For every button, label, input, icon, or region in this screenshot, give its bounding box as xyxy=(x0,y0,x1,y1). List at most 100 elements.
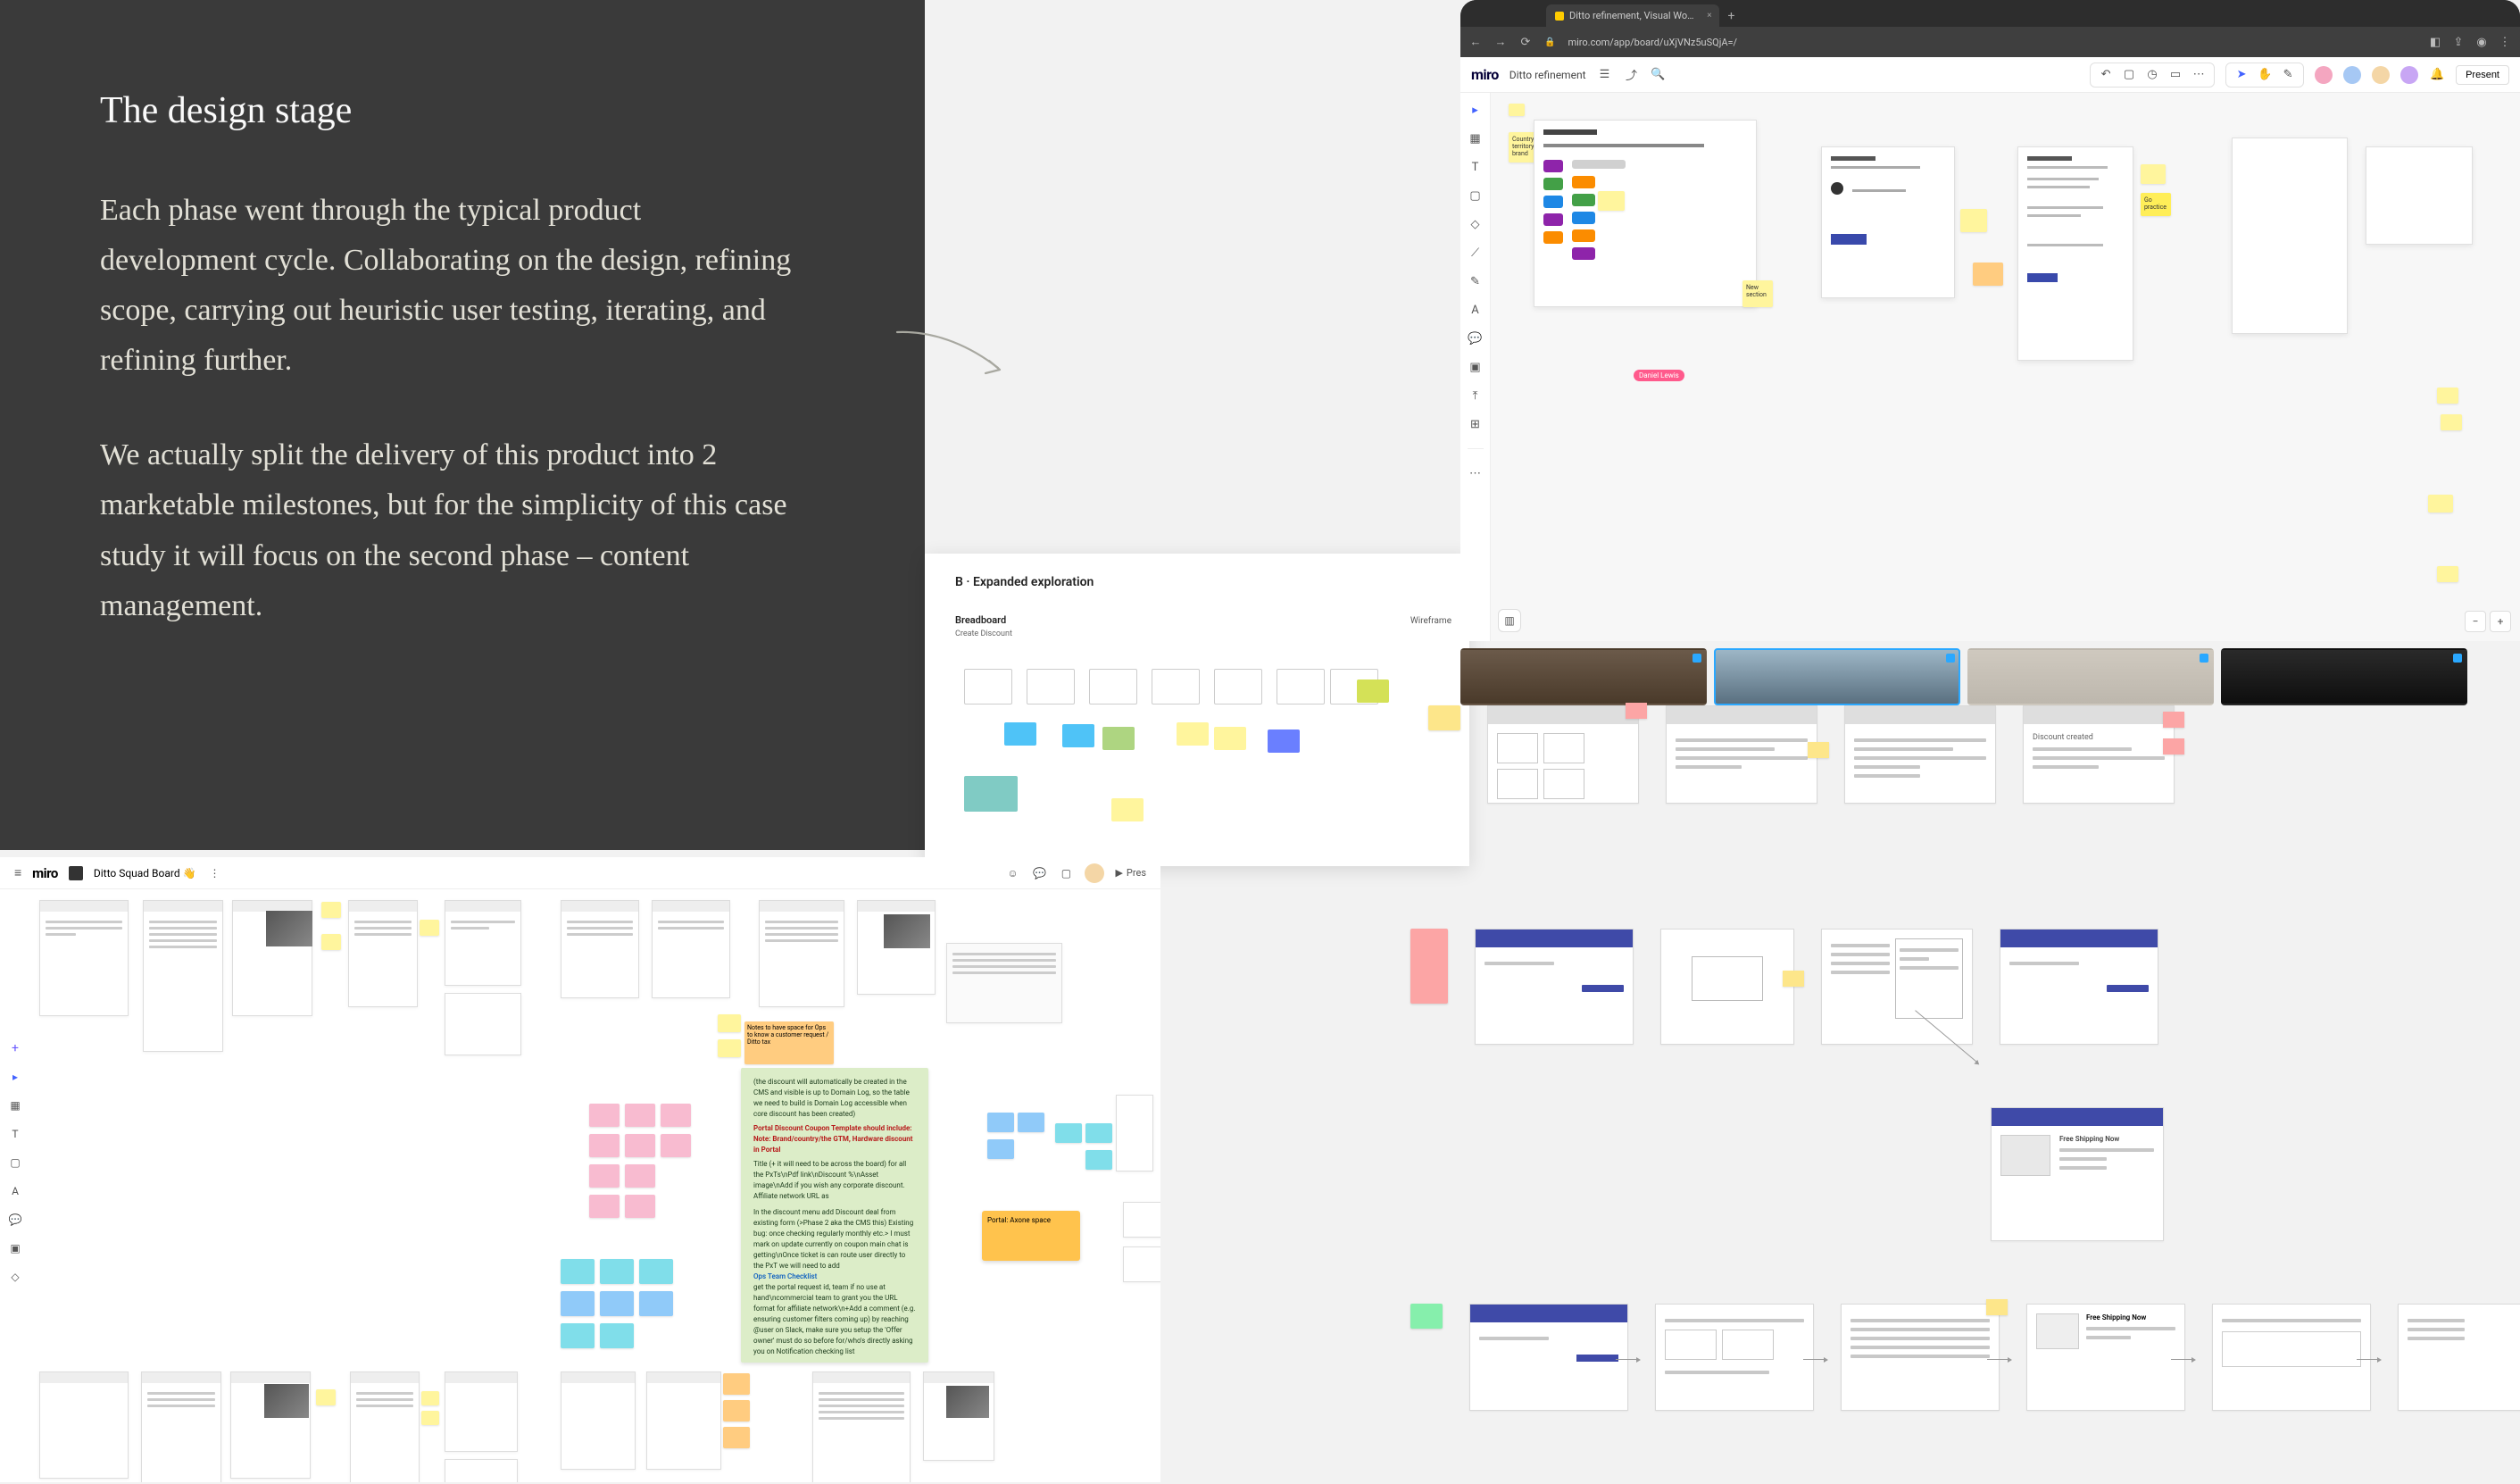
big-sticky-note[interactable]: (the discount will automatically be crea… xyxy=(741,1068,928,1363)
sticky-note[interactable] xyxy=(1960,209,1987,232)
template-tool-icon[interactable]: ▦ xyxy=(8,1098,22,1113)
hand-icon[interactable]: ✋ xyxy=(2257,67,2273,83)
share-icon[interactable]: ⇪ xyxy=(2452,36,2465,48)
ui-mock-thumb[interactable] xyxy=(143,900,223,1052)
sticky-note[interactable] xyxy=(2163,738,2184,755)
font-tool-icon[interactable]: A xyxy=(8,1184,22,1198)
video-thumbnail-active[interactable] xyxy=(1714,648,1960,705)
minimap-icon[interactable]: ▥ xyxy=(1498,609,1521,632)
sticky-note[interactable] xyxy=(1085,1150,1112,1170)
url-text[interactable]: miro.com/app/board/uXjVNz5uSQjA=/ xyxy=(1568,37,2416,48)
ui-mock-thumb[interactable] xyxy=(646,1371,721,1470)
ui-mock-thumb[interactable] xyxy=(39,900,129,1016)
presentation-icon[interactable]: ▭ xyxy=(2167,67,2183,83)
sticky-note[interactable] xyxy=(2141,164,2166,184)
sticky-note[interactable] xyxy=(723,1400,750,1421)
wireframe-card[interactable] xyxy=(1469,1304,1628,1411)
collaborator-avatar[interactable] xyxy=(2343,66,2361,84)
sticky-note[interactable] xyxy=(420,920,439,936)
miro2-board-name[interactable]: Ditto Squad Board 👋 xyxy=(94,867,196,880)
video-thumbnail[interactable] xyxy=(1460,648,1707,705)
nav-forward-icon[interactable]: → xyxy=(1494,36,1507,48)
new-tab-button[interactable]: + xyxy=(1721,5,1742,27)
wireframe-card[interactable] xyxy=(2017,146,2133,361)
row-label-sticky[interactable] xyxy=(1410,1304,1443,1329)
text-tool-icon[interactable]: T xyxy=(1468,159,1484,175)
ui-mock-thumb[interactable] xyxy=(445,1371,518,1452)
sticky-note[interactable] xyxy=(987,1139,1014,1159)
wireframe-card[interactable] xyxy=(2366,146,2473,245)
sticky-note[interactable] xyxy=(661,1134,691,1157)
sticky-note[interactable] xyxy=(589,1164,620,1188)
ui-mock-thumb[interactable] xyxy=(561,900,639,998)
wireframe-card[interactable] xyxy=(2000,929,2158,1045)
sticky-note[interactable] xyxy=(1055,1123,1082,1143)
present-button[interactable]: Present xyxy=(2456,65,2509,85)
ui-mock-thumb[interactable] xyxy=(759,900,844,1007)
sticky-note[interactable] xyxy=(321,902,341,918)
miro-canvas[interactable]: Country/ territory + brand xyxy=(1491,93,2520,641)
wireframe-card[interactable] xyxy=(1821,146,1955,298)
collaborator-avatar[interactable] xyxy=(2400,66,2418,84)
ui-mock-thumb[interactable] xyxy=(1116,1095,1153,1171)
inline-image[interactable] xyxy=(884,914,930,948)
ui-mock-thumb[interactable] xyxy=(350,1371,420,1482)
sticky-tool-icon[interactable]: ▢ xyxy=(8,1155,22,1170)
shape-tool-icon[interactable]: ◇ xyxy=(8,1270,22,1284)
font-tool-icon[interactable]: A xyxy=(1468,302,1484,318)
extension-icon[interactable]: ◧ xyxy=(2429,36,2441,48)
more-icon[interactable]: ⋯ xyxy=(2191,67,2207,83)
ui-mock-thumb[interactable] xyxy=(141,1371,221,1482)
inline-image[interactable] xyxy=(946,1386,989,1418)
sticky-note[interactable]: Notes to have space for Ops to know a cu… xyxy=(744,1021,834,1064)
wireframe-card[interactable] xyxy=(1844,705,1996,804)
sticky-note[interactable] xyxy=(1626,703,1647,719)
miro-board-name[interactable]: Ditto refinement xyxy=(1510,69,1586,81)
sticky-note[interactable] xyxy=(1085,1123,1112,1143)
wireframe-card[interactable]: Free Shipping Now xyxy=(2026,1304,2185,1411)
nav-reload-icon[interactable]: ⟳ xyxy=(1519,36,1532,48)
inline-image[interactable] xyxy=(264,1384,309,1418)
ui-mock-thumb[interactable] xyxy=(1123,1202,1160,1238)
wireframe-card[interactable] xyxy=(2398,1304,2520,1411)
sticky-note[interactable] xyxy=(1986,1299,2008,1315)
sticky-note[interactable] xyxy=(718,1039,741,1057)
more-tools-icon[interactable]: ⋯ xyxy=(1468,465,1484,481)
line-tool-icon[interactable]: ⟋ xyxy=(1468,245,1484,261)
text-tool-icon[interactable]: T xyxy=(8,1127,22,1141)
export-icon[interactable]: ⤴ xyxy=(1624,67,1640,83)
sticky-note[interactable] xyxy=(316,1389,336,1405)
collaborator-avatar[interactable] xyxy=(2315,66,2333,84)
ui-mock-thumb[interactable] xyxy=(348,900,418,1007)
wireframe-card[interactable] xyxy=(1821,929,1973,1045)
zoom-out-icon[interactable]: − xyxy=(2465,611,2486,632)
reactions-icon[interactable]: ☺ xyxy=(1004,865,1020,881)
wireframe-card[interactable] xyxy=(1534,120,1757,307)
sticky-note[interactable] xyxy=(2437,566,2458,582)
history-icon[interactable]: ▢ xyxy=(2121,67,2137,83)
sticky-note[interactable] xyxy=(1973,263,2003,286)
sticky-note[interactable] xyxy=(600,1323,634,1348)
tab-close-icon[interactable]: × xyxy=(1707,11,1711,21)
board-options-icon[interactable]: ⋮ xyxy=(207,865,223,881)
ui-mock-thumb[interactable] xyxy=(445,900,521,986)
miro2-canvas[interactable]: + ▸ ▦ T ▢ A 💬 ▣ ◇ xyxy=(0,889,1160,1482)
wireframe-card[interactable] xyxy=(1487,705,1639,804)
wireframe-card[interactable] xyxy=(1660,929,1794,1045)
miro-logo[interactable]: miro xyxy=(32,865,58,881)
sticky-note[interactable]: New section xyxy=(1742,280,1773,307)
sticky-note[interactable]: Go practice xyxy=(2141,193,2171,216)
miro-logo[interactable]: miro xyxy=(1471,66,1499,83)
hamburger-icon[interactable]: ≡ xyxy=(14,865,21,880)
apps-tool-icon[interactable]: ⊞ xyxy=(1468,416,1484,432)
sticky-note[interactable] xyxy=(723,1373,750,1395)
frame-tool-icon[interactable]: ▣ xyxy=(1468,359,1484,375)
sticky-note[interactable] xyxy=(600,1291,634,1316)
upload-tool-icon[interactable]: ⤒ xyxy=(1468,388,1484,404)
shape-tool-icon[interactable]: ◇ xyxy=(1468,216,1484,232)
ui-mock-thumb[interactable] xyxy=(1123,1246,1160,1282)
sticky-note[interactable] xyxy=(2428,495,2453,513)
sticky-note[interactable] xyxy=(421,1391,439,1405)
sticky-note[interactable] xyxy=(589,1104,620,1127)
wireframe-card[interactable] xyxy=(1475,929,1634,1045)
